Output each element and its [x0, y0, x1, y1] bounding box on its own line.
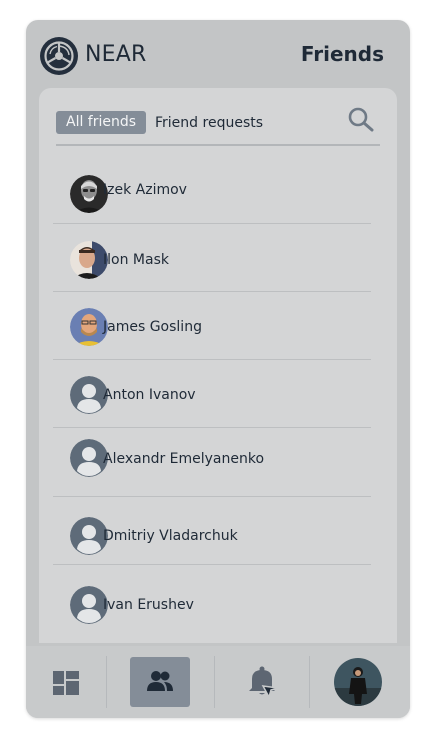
friend-name: Ilon Mask [103, 252, 169, 268]
friends-list: Izek Azimov Ilon Mask James Gosling Anto… [53, 156, 371, 632]
friends-panel: All friends Friend requests Izek Azimov … [39, 88, 397, 643]
notifications-icon [249, 666, 279, 698]
profile-avatar [334, 658, 382, 706]
friend-row[interactable]: Dmitriy Vladarchuk [53, 497, 371, 565]
brand-name: NEAR [85, 42, 147, 67]
friend-row[interactable]: Anton Ivanov [53, 360, 371, 428]
friends-tabs: All friends Friend requests [56, 107, 380, 146]
friend-row[interactable]: Alexandr Emelyanenko [53, 428, 371, 497]
header: NEAR Friends [26, 20, 410, 88]
near-logo-icon [40, 37, 78, 75]
nav-friends[interactable] [130, 646, 190, 718]
search-icon[interactable] [346, 105, 376, 135]
nav-profile[interactable] [310, 646, 410, 718]
bottom-nav [26, 646, 410, 718]
app-window: NEAR Friends All friends Friend requests [26, 20, 410, 718]
nav-notifications[interactable] [215, 646, 309, 718]
friend-name: James Gosling [103, 319, 202, 335]
friend-name: Alexandr Emelyanenko [103, 451, 265, 467]
friends-icon [147, 671, 173, 691]
friend-name: Izek Azimov [103, 182, 187, 198]
tab-friend-requests[interactable]: Friend requests [155, 112, 263, 135]
friend-row[interactable]: Ivan Erushev [53, 565, 371, 632]
tab-all-friends[interactable]: All friends [56, 111, 147, 134]
friend-name: Anton Ivanov [103, 387, 196, 403]
nav-divider [106, 656, 107, 708]
nav-dashboard[interactable] [26, 646, 106, 718]
dashboard-icon [53, 671, 79, 695]
friend-row[interactable]: Ilon Mask [53, 224, 371, 292]
friend-row[interactable]: James Gosling [53, 292, 371, 360]
friend-name: Ivan Erushev [103, 597, 194, 613]
friend-name: Dmitriy Vladarchuk [103, 528, 238, 544]
friend-row[interactable]: Izek Azimov [53, 156, 371, 224]
page-title: Friends [300, 42, 384, 66]
